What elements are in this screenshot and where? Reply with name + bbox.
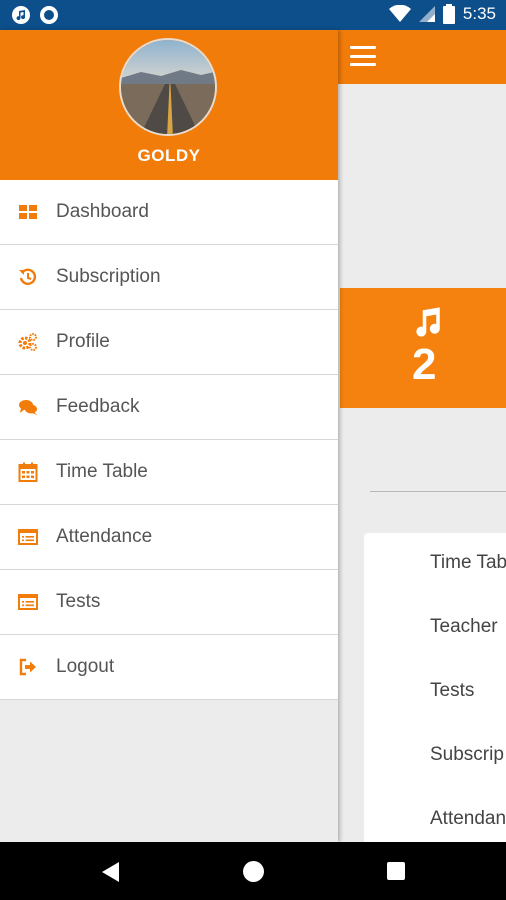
- app-list-item-subscription[interactable]: Subscrip: [430, 744, 504, 766]
- app-list-item-teacher[interactable]: Teacher: [430, 616, 498, 638]
- menu-item-label: Time Table: [56, 461, 148, 482]
- list-card-icon: [18, 529, 38, 545]
- avatar[interactable]: [119, 38, 217, 136]
- app-list-item-tests[interactable]: Tests: [430, 680, 474, 702]
- back-icon[interactable]: [102, 862, 119, 882]
- menu-item-feedback[interactable]: Feedback: [0, 375, 338, 440]
- drawer-menu: Dashboard Subscription Profile Feedback …: [0, 180, 338, 700]
- menu-item-attendance[interactable]: Attendance: [0, 505, 338, 570]
- divider: [370, 491, 506, 492]
- username: GOLDY: [137, 146, 201, 165]
- hamburger-menu-icon[interactable]: [350, 46, 376, 66]
- stat-card[interactable]: 2: [340, 288, 506, 408]
- menu-item-label: Tests: [56, 591, 101, 612]
- music-note-notification-icon: [12, 6, 30, 24]
- clock: 5:35: [462, 4, 496, 23]
- menu-item-logout[interactable]: Logout: [0, 635, 338, 700]
- navigation-drawer: GOLDY Dashboard Subscription Profile Fee…: [0, 30, 338, 842]
- circle-notification-icon: [40, 6, 58, 24]
- menu-item-label: Feedback: [56, 396, 140, 417]
- menu-item-label: Attendance: [56, 526, 153, 547]
- menu-item-subscription[interactable]: Subscription: [0, 245, 338, 310]
- menu-item-tests[interactable]: Tests: [0, 570, 338, 635]
- drawer-header: GOLDY: [0, 30, 338, 180]
- app-list-item-attendance[interactable]: Attendan: [430, 808, 506, 830]
- menu-item-label: Dashboard: [56, 201, 149, 222]
- history-icon: [19, 268, 37, 285]
- cell-signal-icon: [418, 6, 435, 22]
- app-menu-list: Time Tab Teacher Tests Subscrip Attendan: [364, 533, 506, 842]
- menu-item-label: Subscription: [56, 266, 161, 287]
- wifi-icon: [388, 5, 411, 22]
- calendar-icon: [18, 462, 38, 482]
- menu-item-label: Logout: [56, 656, 115, 677]
- home-icon[interactable]: [243, 861, 264, 882]
- logout-icon: [19, 658, 36, 676]
- stat-card-value: 2: [412, 340, 437, 389]
- menu-item-label: Profile: [56, 331, 110, 352]
- system-nav-bar: [0, 842, 506, 900]
- battery-icon: [442, 4, 455, 24]
- dashboard-grid-icon: [19, 205, 37, 219]
- app-toolbar: [338, 30, 506, 84]
- recent-apps-icon[interactable]: [387, 862, 405, 880]
- chat-bubbles-icon: [19, 400, 37, 415]
- menu-item-dashboard[interactable]: Dashboard: [0, 180, 338, 245]
- system-icons: 5:35: [388, 4, 496, 24]
- music-note-icon: [416, 307, 440, 337]
- list-card-icon: [18, 594, 38, 610]
- main-app-screen: 2 Time Tab Teacher Tests Subscrip Attend…: [338, 30, 506, 842]
- menu-item-timetable[interactable]: Time Table: [0, 440, 338, 505]
- app-list-item-timetable[interactable]: Time Tab: [430, 552, 506, 574]
- notification-icons: [12, 6, 58, 24]
- menu-item-profile[interactable]: Profile: [0, 310, 338, 375]
- gears-icon: [18, 333, 37, 351]
- status-bar: 5:35: [0, 0, 506, 30]
